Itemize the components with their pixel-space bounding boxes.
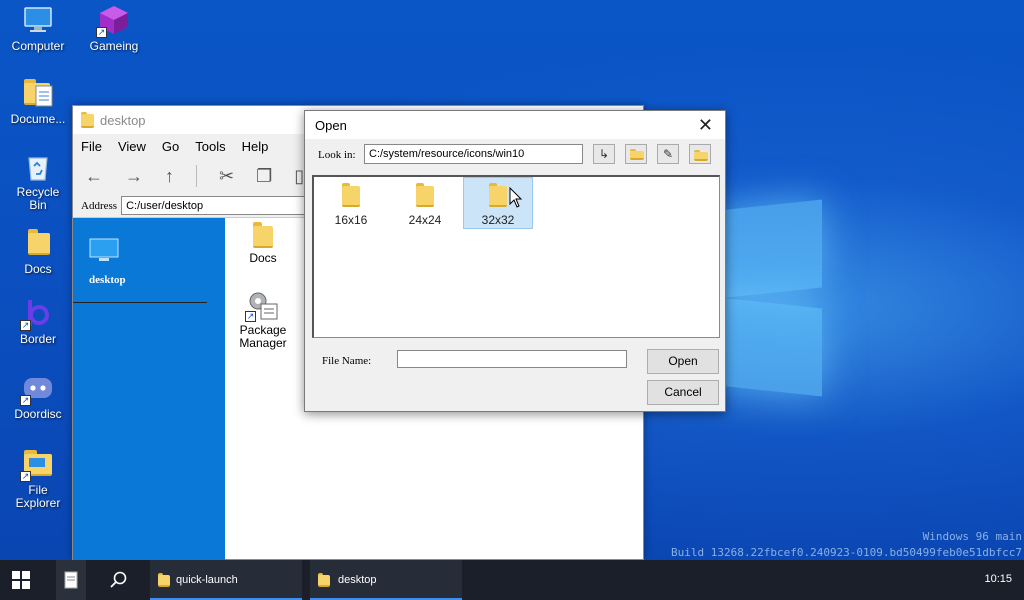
desktop-icon-label: Computer — [11, 39, 65, 53]
desktop-icon-label: Docume... — [10, 112, 66, 126]
shortcut-arrow-icon: ↗ — [96, 27, 107, 38]
cut-icon[interactable]: ✂ — [219, 166, 234, 187]
explorer-item-docs[interactable]: Docs — [228, 222, 298, 265]
desktop-icon-label: Recycle Bin — [16, 185, 60, 212]
folder-item-label: 16x16 — [334, 213, 368, 227]
taskbar-item-label: quick-launch — [176, 574, 238, 586]
shortcut-arrow-icon: ↗ — [20, 320, 31, 331]
folder-icon — [22, 227, 54, 259]
open-dialog[interactable]: Open ✕ Look in: ↳ ✎ 16x16 24x24 32x32 Fi… — [304, 110, 726, 412]
go-to-parent-icon[interactable]: ↳ — [593, 144, 615, 164]
desktop-icon-computer[interactable]: Computer — [0, 4, 76, 53]
start-button[interactable] — [12, 560, 36, 600]
back-arrow-icon[interactable]: ← — [85, 166, 103, 187]
search-button[interactable] — [104, 560, 134, 600]
menu-help[interactable]: Help — [242, 139, 269, 154]
toolbar-divider — [196, 165, 197, 187]
sidebar-title: desktop — [89, 274, 126, 286]
windows-logo — [718, 199, 826, 397]
folder-item-label: 32x32 — [481, 213, 515, 227]
folder-icon — [318, 572, 330, 588]
desktop-icon-label: Border — [19, 332, 57, 346]
build-watermark-line1: Windows 96 main — [922, 530, 1022, 543]
new-folder-icon[interactable] — [689, 144, 711, 164]
shortcut-arrow-icon: ↗ — [245, 311, 256, 322]
border-app-icon: ↗ — [20, 297, 54, 331]
taskbar-clock[interactable]: 10:15 — [984, 573, 1012, 585]
open-button[interactable]: Open — [647, 349, 719, 374]
folder-icon — [253, 222, 273, 248]
build-watermark-line2: Build 13268.22fbcef0.240923-0109.bd50499… — [671, 546, 1022, 559]
desktop-icon-doordisc[interactable]: ↗ Doordisc — [0, 372, 76, 421]
desktop-icon-gameing[interactable]: ↗ Gameing — [76, 4, 152, 53]
folder-item-24x24[interactable]: 24x24 — [390, 183, 460, 233]
taskbar-item-label: desktop — [338, 574, 377, 586]
gameing-icon: ↗ — [96, 4, 130, 38]
desktop-icon-file-explorer[interactable]: ↗ File Explorer — [0, 448, 76, 510]
desktop-icon-label: Docs — [24, 262, 52, 276]
mouse-cursor-icon — [509, 187, 523, 208]
forward-arrow-icon[interactable]: → — [125, 166, 143, 187]
menu-file[interactable]: File — [81, 139, 102, 154]
dialog-title: Open — [315, 117, 347, 133]
close-icon[interactable]: ✕ — [698, 115, 713, 136]
search-icon — [110, 571, 127, 588]
address-input[interactable] — [121, 196, 312, 215]
look-in-input[interactable] — [364, 144, 583, 164]
recycle-bin-icon — [22, 150, 54, 182]
look-in-label: Look in: — [318, 149, 356, 161]
sidebar-divider — [73, 302, 207, 303]
file-name-label: File Name: — [322, 355, 372, 367]
explorer-sidebar: desktop — [73, 218, 225, 560]
desktop-icon-label: Doordisc — [14, 407, 62, 421]
folder-item-label: 24x24 — [408, 213, 442, 227]
notepad-quick-launch[interactable] — [56, 560, 86, 600]
documents-icon — [22, 77, 54, 109]
file-list[interactable]: 16x16 24x24 32x32 — [312, 175, 720, 338]
computer-icon — [22, 4, 54, 36]
edit-view-icon[interactable]: ✎ — [657, 144, 679, 164]
desktop-icon-documents[interactable]: Docume... — [0, 77, 76, 126]
folder-icon — [489, 183, 507, 207]
desktop-icon-docs[interactable]: Docs — [0, 227, 76, 276]
windows-start-icon — [12, 571, 30, 589]
menu-view[interactable]: View — [118, 139, 146, 154]
folder-icon — [81, 112, 94, 128]
folder-up-icon[interactable] — [625, 144, 647, 164]
desktop-icon-border[interactable]: ↗ Border — [0, 297, 76, 346]
explorer-title: desktop — [100, 112, 146, 128]
shortcut-arrow-icon: ↗ — [20, 395, 31, 406]
address-label: Address — [81, 199, 118, 212]
explorer-item-package-manager[interactable]: ↗ Package Manager — [228, 290, 298, 350]
document-icon — [64, 571, 78, 589]
dialog-titlebar[interactable]: Open ✕ — [305, 111, 725, 139]
taskbar: quick-launch desktop 10:15 — [0, 560, 1024, 600]
desktop-icon — [89, 238, 119, 261]
paste-icon[interactable]: ▯ — [294, 166, 304, 187]
package-manager-icon: ↗ — [245, 290, 279, 322]
explorer-item-label: Package Manager — [239, 323, 287, 350]
copy-icon[interactable]: ❐ — [256, 166, 272, 187]
folder-icon — [158, 572, 170, 588]
taskbar-item-quick-launch[interactable]: quick-launch — [150, 560, 302, 600]
shortcut-arrow-icon: ↗ — [20, 471, 31, 482]
cancel-button[interactable]: Cancel — [647, 380, 719, 405]
menu-tools[interactable]: Tools — [195, 139, 225, 154]
folder-icon — [416, 183, 434, 207]
explorer-item-label: Docs — [249, 251, 277, 265]
file-explorer-icon: ↗ — [20, 448, 54, 482]
doordisc-icon: ↗ — [20, 372, 54, 406]
up-arrow-icon[interactable]: ↑ — [165, 166, 174, 187]
menu-go[interactable]: Go — [162, 139, 179, 154]
desktop-icon-label: Gameing — [89, 39, 139, 53]
folder-icon — [342, 183, 360, 207]
desktop-icon-recycle-bin[interactable]: Recycle Bin — [0, 150, 76, 212]
folder-item-16x16[interactable]: 16x16 — [316, 183, 386, 233]
taskbar-item-desktop[interactable]: desktop — [310, 560, 462, 600]
desktop-icon-label: File Explorer — [15, 483, 61, 510]
file-name-input[interactable] — [397, 350, 627, 368]
